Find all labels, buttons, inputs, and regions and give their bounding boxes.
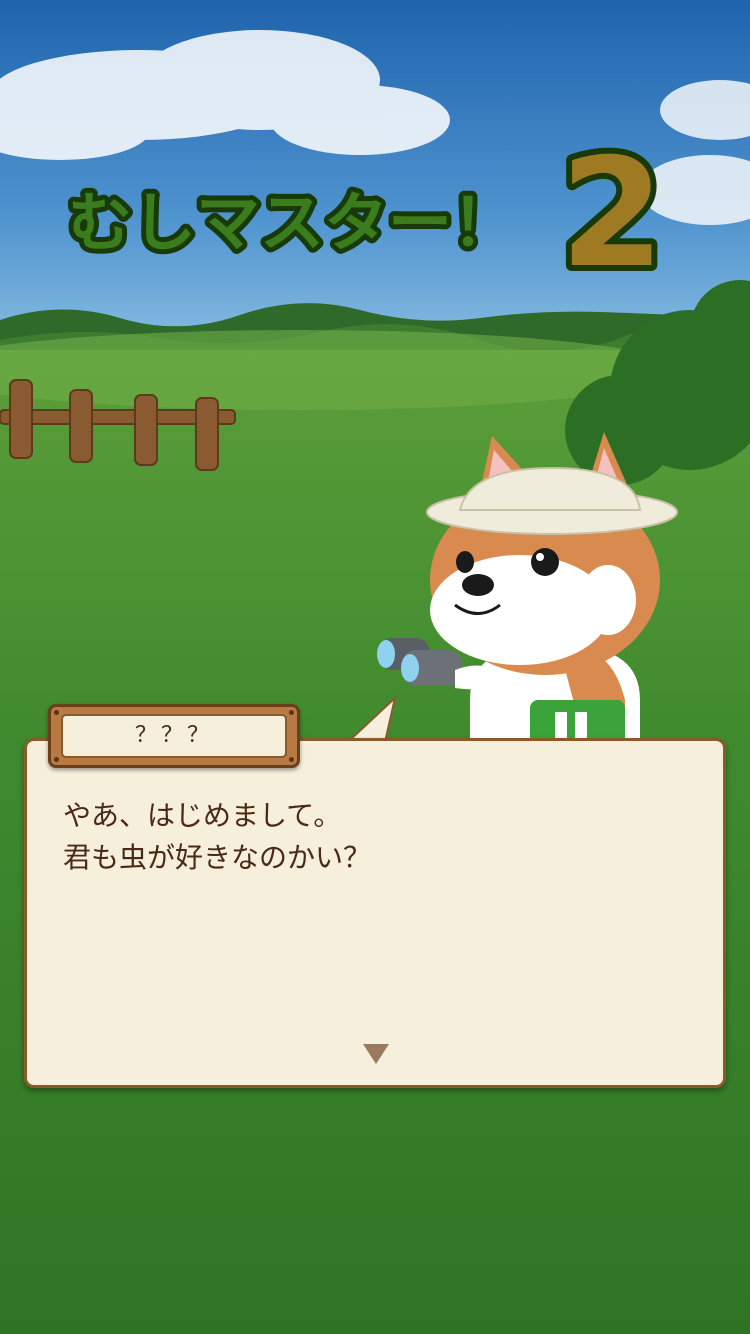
logo-number: 2 — [560, 127, 664, 301]
speaker-name: ？？？ — [61, 714, 287, 758]
dialog-line: やあ、はじめまして。 — [63, 799, 342, 832]
dialog-line: 君も虫が好きなのかい？ — [63, 841, 372, 874]
bolt-icon — [54, 757, 59, 762]
dialog-message: やあ、はじめまして。 君も虫が好きなのかい？ — [63, 795, 693, 879]
dialog-box[interactable]: やあ、はじめまして。 君も虫が好きなのかい？ — [24, 738, 726, 1088]
speaker-name-plate: ？？？ — [48, 704, 300, 768]
bolt-icon — [289, 710, 294, 715]
game-logo: むしマスター！ 2 — [63, 121, 670, 305]
logo-title: むしマスター！ — [68, 187, 516, 261]
bolt-icon — [54, 710, 59, 715]
next-arrow-icon[interactable] — [363, 1044, 389, 1064]
bolt-icon — [289, 757, 294, 762]
